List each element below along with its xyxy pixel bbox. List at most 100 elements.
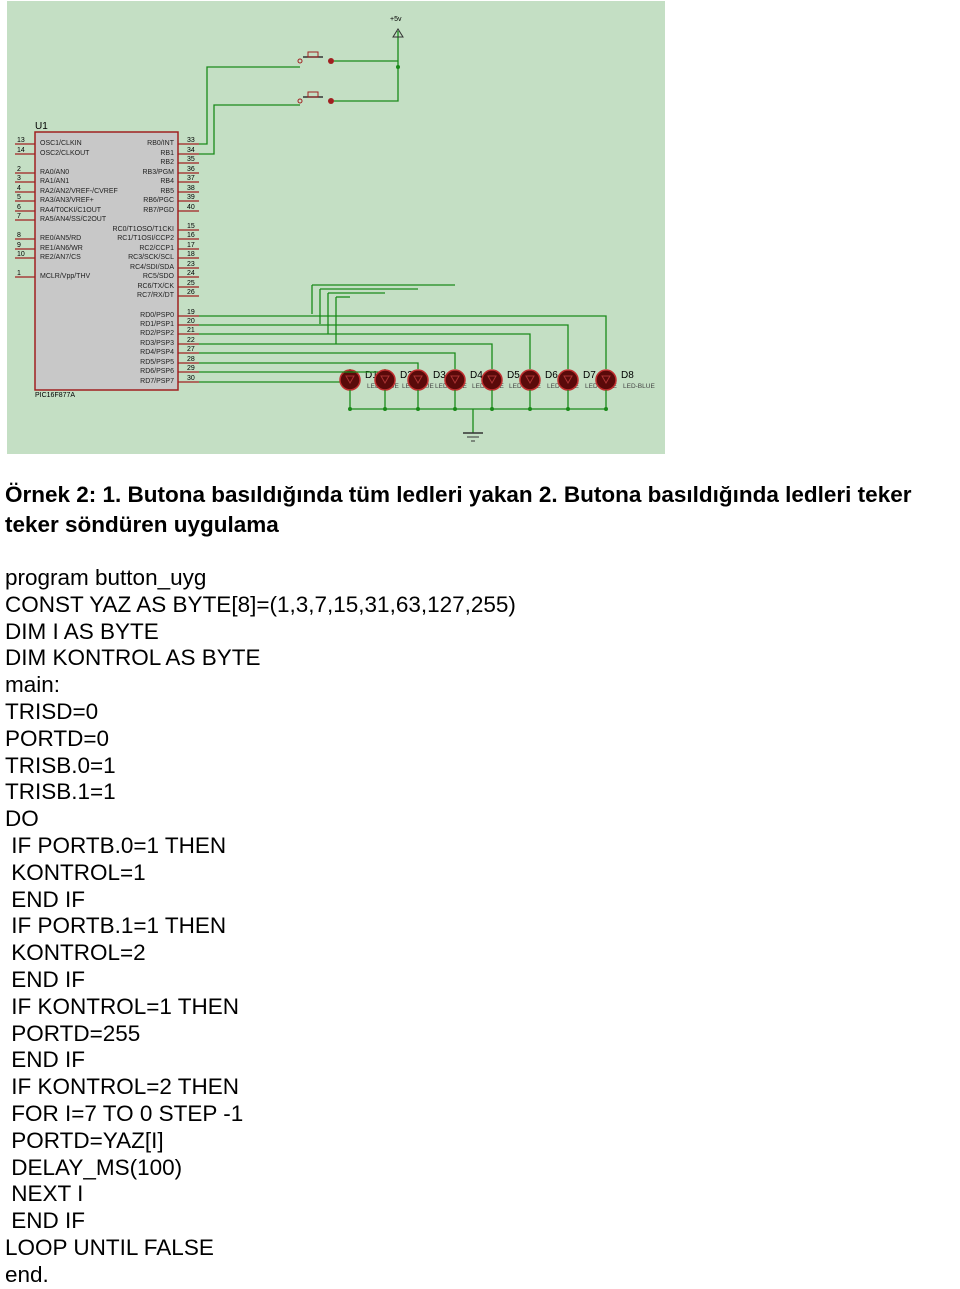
- pin-name: RA0/AN0: [40, 169, 69, 176]
- led-6: [519, 369, 541, 391]
- chip-ref: U1: [35, 121, 48, 132]
- code-line: TRISB.0=1: [5, 752, 116, 778]
- code-line: NEXT I: [5, 1181, 84, 1207]
- pin-number: 17: [187, 242, 195, 249]
- code-line: TRISD=0: [5, 698, 99, 724]
- pin-number: 1: [17, 270, 21, 277]
- pin-number: 30: [187, 375, 195, 382]
- pin-number: 24: [187, 270, 195, 277]
- pin-name: RB6/PGC: [143, 197, 174, 204]
- pin-name: RD0/PSP0: [140, 312, 174, 319]
- pin-name: RD2/PSP2: [140, 330, 174, 337]
- pin-number: 33: [187, 137, 195, 144]
- pin-name: RE1/AN6/WR: [40, 245, 83, 252]
- pin-name: RB0/INT: [147, 140, 175, 147]
- pin-number: 15: [187, 223, 195, 230]
- code-line: END IF: [5, 966, 86, 992]
- pin-number: 35: [187, 156, 195, 163]
- pin-number: 34: [187, 147, 195, 154]
- code-line: TRISB.1=1: [5, 779, 116, 805]
- pin-name: MCLR/Vpp/THV: [40, 273, 91, 280]
- code-line: DIM I AS BYTE: [5, 618, 159, 644]
- code-line: END IF: [5, 886, 86, 912]
- code-line: CONST YAZ AS BYTE[8]=(1,3,7,15,31,63,127…: [5, 591, 516, 617]
- code-line: FOR I=7 TO 0 STEP -1: [5, 1100, 244, 1126]
- led-7: [557, 369, 579, 391]
- pin-number: 21: [187, 327, 195, 334]
- pin-name: RC5/SDO: [143, 273, 175, 280]
- code-line: END IF: [5, 1047, 86, 1073]
- code-line: PORTD=YAZ[I]: [5, 1127, 164, 1153]
- pin-name: RA3/AN3/VREF+: [40, 197, 94, 204]
- pin-number: 22: [187, 337, 195, 344]
- pin-name: RD6/PSP6: [140, 368, 174, 375]
- button-terminal: [328, 98, 334, 104]
- pin-name: RB5: [160, 188, 174, 195]
- pin-number: 13: [17, 137, 25, 144]
- pin-name: RC3/SCK/SCL: [128, 254, 174, 261]
- pin-number: 23: [187, 261, 195, 268]
- pin-number: 8: [17, 232, 21, 239]
- pin-name: RD3/PSP3: [140, 340, 174, 347]
- code-line: DELAY_MS(100): [5, 1154, 183, 1180]
- led-type: LED-BLUE: [623, 383, 655, 390]
- pin-number: 25: [187, 280, 195, 287]
- pin-number: 4: [17, 185, 21, 192]
- pin-number: 9: [17, 242, 21, 249]
- led-ref: D7: [583, 370, 596, 381]
- led-1: [339, 369, 361, 391]
- pin-name: RC1/T1OSI/CCP2: [117, 235, 174, 242]
- pin-number: 10: [17, 251, 25, 258]
- code-line: program button_uyg: [5, 565, 207, 590]
- led-8: [595, 369, 617, 391]
- code-line: IF KONTROL=2 THEN: [5, 1074, 240, 1100]
- code-line: PORTD=0: [5, 725, 109, 751]
- chip-part: PIC16F877A: [35, 392, 75, 399]
- pin-name: RD5/PSP5: [140, 359, 174, 366]
- power-label: +5v: [390, 16, 402, 23]
- pin-name: RB7/PGD: [143, 207, 174, 214]
- code-line: END IF: [5, 1208, 86, 1234]
- pin-name: RC6/TX/CK: [137, 283, 174, 290]
- pin-number: 7: [17, 213, 21, 220]
- pin-number: 16: [187, 232, 195, 239]
- code-line: DO: [5, 806, 39, 832]
- circuit-schematic: U1PIC16F877A13 OSC1/CLKIN14 OSC2/CLKOUT2 RA…: [7, 1, 665, 454]
- pin-number: 28: [187, 356, 195, 363]
- pin-number: 27: [187, 346, 195, 353]
- code-line: KONTROL=2: [5, 940, 146, 966]
- code-line: KONTROL=1: [5, 859, 146, 885]
- pin-name: OSC2/CLKOUT: [40, 150, 90, 157]
- pin-name: RE0/AN5/RD: [40, 235, 81, 242]
- led-ref: D6: [545, 370, 558, 381]
- led-5: [481, 369, 503, 391]
- pin-name: RB4: [160, 178, 174, 185]
- pin-name: RD7/PSP7: [140, 378, 174, 385]
- pin-name: RD4/PSP4: [140, 349, 174, 356]
- code-line: IF PORTB.0=1 THEN: [5, 832, 227, 858]
- led-ref: D8: [621, 370, 634, 381]
- pin-name: RC4/SDI/SDA: [130, 264, 174, 271]
- code-line: DIM KONTROL AS BYTE: [5, 645, 261, 671]
- led-ref: D4: [470, 370, 483, 381]
- pin-number: 29: [187, 365, 195, 372]
- pin-name: RA4/T0CKI/C1OUT: [40, 207, 102, 214]
- led-ref: D5: [507, 370, 520, 381]
- pin-number: 19: [187, 309, 195, 316]
- pin-name: RC0/T1OSO/T1CKI: [113, 226, 175, 233]
- pin-number: 38: [187, 185, 195, 192]
- code-line: LOOP UNTIL FALSE: [5, 1234, 214, 1260]
- pin-number: 3: [17, 175, 21, 182]
- pin-name: RB1: [160, 150, 174, 157]
- pin-name: RD1/PSP1: [140, 321, 174, 328]
- pin-number: 6: [17, 204, 21, 211]
- code-line: main:: [5, 672, 61, 698]
- code-line: IF KONTROL=1 THEN: [5, 993, 240, 1019]
- pin-number: 39: [187, 194, 195, 201]
- pin-name: RA2/AN2/VREF-/CVREF: [40, 188, 118, 195]
- pin-name: RB2: [160, 159, 174, 166]
- pin-number: 36: [187, 166, 195, 173]
- led-4: [444, 369, 466, 391]
- pin-number: 5: [17, 194, 21, 201]
- pin-number: 18: [187, 251, 195, 258]
